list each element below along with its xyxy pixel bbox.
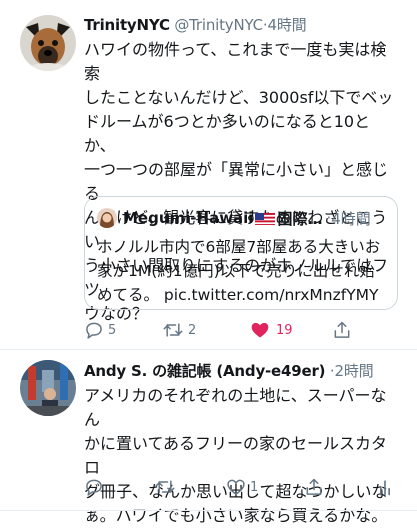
quoted-text-line: 家が1M(約1億円)以下で売りに出せれ始 [97, 262, 375, 280]
timestamp[interactable]: 2時間 [335, 362, 374, 380]
dog-avatar-icon [20, 15, 76, 71]
share-icon [306, 478, 322, 495]
timestamp[interactable]: 4時間 [268, 16, 307, 34]
quoted-text-line: めてる。 pic.twitter.com/nrxMnzfYMY [97, 286, 379, 304]
display-name[interactable]: TrinityNYC [84, 16, 170, 34]
reply-count: 5 [108, 322, 117, 338]
display-name[interactable]: Andy S. の雑記帳 (Andy-e49er) [84, 362, 326, 380]
retweet-icon [163, 323, 183, 337]
divider [0, 510, 417, 511]
reply-icon [86, 479, 102, 496]
retweet-button[interactable]: 2 [162, 318, 196, 342]
tweet-text-line: ハワイの物件って、これまで一度も実は検索 [84, 40, 387, 83]
avatar-photo[interactable] [20, 360, 76, 416]
tweet-header: TrinityNYC @TrinityNYC·4時間 [84, 14, 399, 36]
like-button[interactable]: 19 [250, 318, 293, 342]
us-flag-icon [255, 212, 276, 225]
tweet-actions: 5 2 19 [84, 318, 399, 342]
tweet[interactable]: TrinityNYC @TrinityNYC·4時間 ハワイの物件って、これまで… [0, 0, 417, 350]
heart-filled-icon [251, 322, 269, 338]
tweet[interactable]: Andy S. の雑記帳 (Andy-e49er) ·2時間 アメリカのそれぞれ… [0, 350, 417, 525]
tweet-text: アメリカのそれぞれの土地に、スーパーなん かに置いてあるフリーの家のセールスカタ… [84, 384, 399, 528]
quoted-avatar [97, 208, 117, 228]
analytics-icon [380, 480, 390, 496]
reply-button[interactable] [84, 475, 104, 499]
reply-button[interactable]: 5 [84, 318, 116, 342]
quoted-tweet[interactable]: Megumi-Hawaii 国際… · 4時間 ホノルル市内で6部屋7部屋ある大き… [84, 196, 398, 310]
share-button[interactable] [304, 475, 324, 499]
retweet-icon [155, 480, 175, 494]
tweet-text-line: したことないんだけど、3000sf以下でベッ [84, 88, 394, 107]
tweet-header: Andy S. の雑記帳 (Andy-e49er) ·2時間 [84, 360, 399, 382]
tweet-text-line: ドルームが6つとか多いのになると10とか、 [84, 112, 371, 155]
quoted-display-name: Megumi-Hawaii [123, 209, 254, 227]
tweet-text-line: かに置いてあるフリーの家のセールスカタロ [84, 434, 388, 477]
heart-outline-icon [227, 479, 245, 495]
person-avatar-icon [97, 208, 117, 228]
tweet-actions: 1 [84, 475, 399, 499]
tweet-text-line: アメリカのそれぞれの土地に、スーパーなん [84, 386, 387, 429]
quoted-name-suffix: 国際… [277, 209, 323, 228]
share-button[interactable] [332, 318, 352, 342]
reply-icon [86, 322, 102, 339]
like-button[interactable]: 1 [226, 475, 258, 499]
tweet-text-line: ぁ。ハワイでも小さい家なら買えるかな。 [84, 506, 388, 525]
avatar-dog[interactable] [20, 15, 76, 71]
retweet-button[interactable] [154, 475, 176, 499]
tweet-content: Andy S. の雑記帳 (Andy-e49er) ·2時間 アメリカのそれぞれ… [84, 360, 399, 528]
quoted-timestamp: 4時間 [331, 209, 371, 228]
quoted-tweet-header: Megumi-Hawaii 国際… · 4時間 [97, 207, 385, 229]
user-handle[interactable]: @TrinityNYC [174, 16, 263, 34]
share-icon [334, 321, 350, 338]
quoted-text-line: ホノルル市内で6部屋7部屋ある大きいお [97, 238, 381, 256]
like-count: 19 [276, 322, 293, 338]
quoted-tweet-text: ホノルル市内で6部屋7部屋ある大きいお 家が1M(約1億円)以下で売りに出せれ始… [97, 235, 385, 307]
like-count: 1 [250, 479, 259, 495]
street-photo-avatar-icon [20, 360, 76, 416]
retweet-count: 2 [188, 322, 197, 338]
analytics-button[interactable] [377, 475, 393, 499]
